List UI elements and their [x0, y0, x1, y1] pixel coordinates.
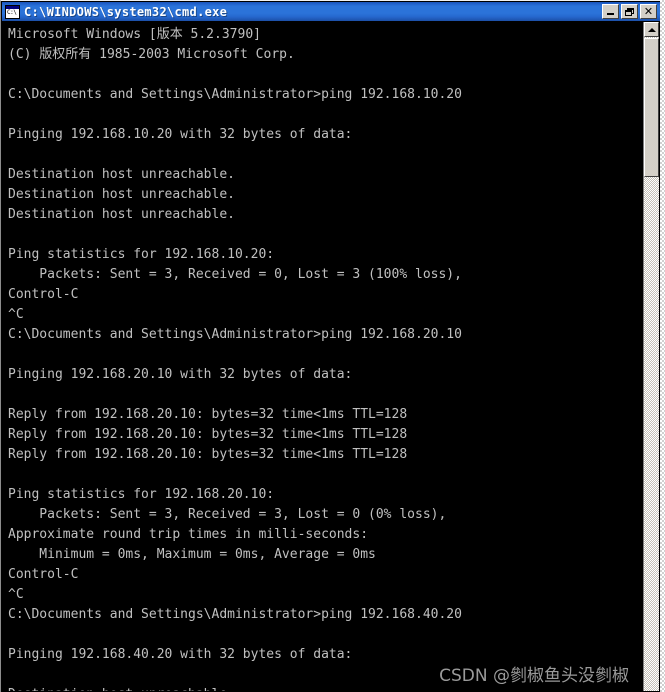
console-line: (C) 版权所有 1985-2003 Microsoft Corp. [8, 47, 295, 62]
console-line: Control-C [8, 287, 79, 302]
console-line: Packets: Sent = 3, Received = 3, Lost = … [8, 507, 447, 522]
window-title-bar[interactable]: C:\WINDOWS\system32\cmd.exe ✕ [2, 2, 660, 21]
close-icon: ✕ [643, 4, 654, 18]
console-line: Destination host unreachable. [8, 207, 235, 222]
console-line: Reply from 192.168.20.10: bytes=32 time<… [8, 447, 408, 462]
minimize-icon [607, 13, 614, 15]
console-line: Pinging 192.168.40.20 with 32 bytes of d… [8, 647, 353, 662]
console-line: Microsoft Windows [版本 5.2.3790] [8, 27, 261, 42]
console-line: Destination host unreachable. [8, 187, 235, 202]
console-line: Minimum = 0ms, Maximum = 0ms, Average = … [8, 547, 376, 562]
window-controls: ✕ [602, 4, 660, 19]
restore-icon [625, 7, 634, 16]
console-line: Packets: Sent = 3, Received = 0, Lost = … [8, 267, 462, 282]
close-button[interactable]: ✕ [640, 4, 657, 19]
console-line: Control-C [8, 567, 79, 582]
console-text: Microsoft Windows [版本 5.2.3790] (C) 版权所有 … [3, 22, 631, 691]
vertical-scrollbar[interactable] [643, 22, 659, 691]
chevron-up-icon [647, 27, 656, 32]
console-line: Destination host unreachable. [8, 167, 235, 182]
restore-button[interactable] [621, 4, 638, 19]
scroll-up-button[interactable] [644, 22, 659, 37]
console-line: Ping statistics for 192.168.10.20: [8, 247, 275, 262]
console-line: C:\Documents and Settings\Administrator>… [8, 607, 462, 622]
console-line: Approximate round trip times in milli-se… [8, 527, 369, 542]
console-line: C:\Documents and Settings\Administrator>… [8, 87, 462, 102]
scrollbar-thumb[interactable] [644, 38, 659, 177]
console-line: Reply from 192.168.20.10: bytes=32 time<… [8, 427, 408, 442]
console-line: Destination host unreachable. [8, 685, 631, 691]
console-line: ^C [8, 587, 24, 602]
command-prompt-window: C:\WINDOWS\system32\cmd.exe ✕ Microsoft … [0, 0, 660, 692]
console-line: Pinging 192.168.10.20 with 32 bytes of d… [8, 127, 353, 142]
title-bar-left-group: C:\WINDOWS\system32\cmd.exe [2, 4, 602, 19]
console-line: Pinging 192.168.20.10 with 32 bytes of d… [8, 367, 353, 382]
console-output-area[interactable]: Microsoft Windows [版本 5.2.3790] (C) 版权所有 … [3, 22, 631, 691]
minimize-button[interactable] [602, 4, 619, 19]
window-title: C:\WINDOWS\system32\cmd.exe [24, 4, 228, 19]
cmd-console-icon[interactable] [5, 4, 20, 19]
screenshot-canvas: C:\WINDOWS\system32\cmd.exe ✕ Microsoft … [0, 0, 665, 692]
console-line: C:\Documents and Settings\Administrator>… [8, 327, 462, 342]
console-line: ^C [8, 307, 24, 322]
console-line: Reply from 192.168.20.10: bytes=32 time<… [8, 407, 408, 422]
console-line: Ping statistics for 192.168.20.10: [8, 487, 275, 502]
